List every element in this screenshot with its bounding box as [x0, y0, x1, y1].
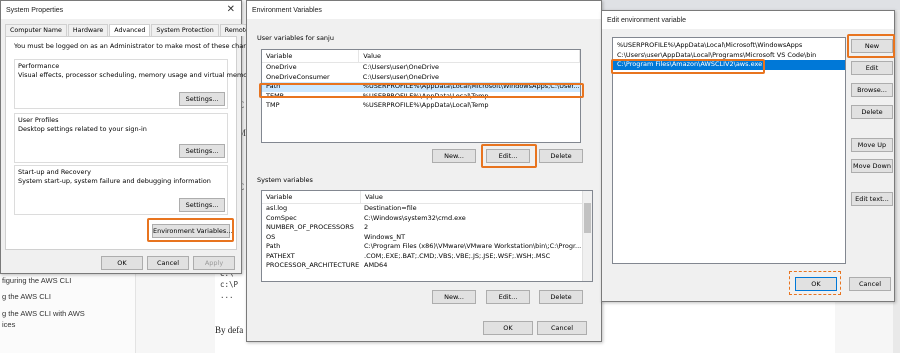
path-entries-list[interactable]: %USERPROFILE%\AppData\Local\Microsoft\Wi… [612, 37, 846, 264]
list-item[interactable]: %USERPROFILE%\AppData\Local\Microsoft\Wi… [613, 41, 845, 51]
system-new-button[interactable]: New... [432, 290, 476, 304]
tab-hardware[interactable]: Hardware [67, 24, 109, 36]
column-header[interactable]: Value [361, 191, 588, 203]
startup-settings-button[interactable]: Settings... [179, 198, 225, 212]
user-delete-button[interactable]: Delete [539, 149, 583, 163]
sidebar-link[interactable]: ices [2, 320, 15, 329]
apply-button[interactable]: Apply [193, 256, 235, 270]
sidebar-link[interactable]: figuring the AWS CLI [2, 276, 71, 285]
ok-button[interactable]: OK [795, 277, 837, 291]
tab-computer-name[interactable]: Computer Name [5, 24, 67, 36]
environment-variables-window: Environment Variables User variables for… [246, 0, 602, 342]
list-item[interactable]: OneDriveConsumer C:\Users\user\OneDrive [262, 73, 580, 83]
list-item[interactable]: asl.log Destination=file [262, 204, 592, 214]
user-profiles-settings-button[interactable]: Settings... [179, 144, 225, 158]
performance-group: Performance Visual effects, processor sc… [14, 59, 254, 109]
list-item[interactable]: OneDrive C:\Users\user\OneDrive [262, 63, 580, 73]
system-delete-button[interactable]: Delete [539, 290, 583, 304]
ok-button[interactable]: OK [483, 321, 533, 335]
edit-button[interactable]: Edit [851, 61, 893, 75]
user-vars-list[interactable]: Variable Value OneDrive C:\Users\user\On… [261, 49, 581, 143]
window-title: Edit environment variable [607, 16, 686, 24]
list-item[interactable]: OS Windows_NT [262, 233, 592, 243]
group-title: User Profiles [18, 116, 59, 124]
list-item[interactable]: Path C:\Program Files (x86)\VMware\VMware… [262, 242, 592, 252]
system-edit-button[interactable]: Edit... [486, 290, 530, 304]
edit-env-var-window: Edit environment variable %USERPROFILE%\… [601, 10, 895, 302]
docs-sidebar: figuring the AWS CLI g the AWS CLI g the… [0, 270, 136, 353]
group-description: Visual effects, processor scheduling, me… [18, 71, 254, 79]
column-header[interactable]: Variable [262, 191, 361, 203]
environment-variables-button[interactable]: Environment Variables... [152, 224, 232, 238]
cancel-button[interactable]: Cancel [537, 321, 587, 335]
list-item-path[interactable]: Path %USERPROFILE%\AppData\Local\Microso… [262, 82, 580, 92]
list-item[interactable]: NUMBER_OF_PROCESSORS 2 [262, 223, 592, 233]
scrollbar-thumb[interactable] [584, 203, 591, 233]
list-item[interactable]: PROCESSOR_ARCHITECTURE AMD64 [262, 261, 592, 271]
list-item[interactable]: TMP %USERPROFILE%\AppData\Local\Temp [262, 101, 580, 111]
user-vars-label: User variables for sanju [257, 34, 334, 42]
new-button[interactable]: New [851, 39, 893, 53]
list-item-selected[interactable]: C:\Program Files\Amazon\AWSCLIV2\aws.exe [613, 60, 845, 70]
system-vars-label: System variables [257, 176, 313, 184]
tab-system-protection[interactable]: System Protection [151, 24, 219, 36]
admin-note: You must be logged on as an Administrato… [14, 42, 261, 50]
startup-recovery-group: Start-up and Recovery System start-up, s… [14, 165, 228, 215]
list-item[interactable]: ComSpec C:\Windows\system32\cmd.exe [262, 214, 592, 224]
list-header: Variable Value [262, 50, 580, 63]
edit-text-button[interactable]: Edit text... [851, 192, 893, 206]
cancel-button[interactable]: Cancel [147, 256, 189, 270]
list-item[interactable]: PATHEXT .COM;.EXE;.BAT;.CMD;.VBS;.VBE;.JS… [262, 252, 592, 262]
system-properties-titlebar[interactable]: System Properties ✕ [1, 1, 241, 19]
list-header: Variable Value [262, 191, 592, 204]
performance-settings-button[interactable]: Settings... [179, 92, 225, 106]
browser-toolbar [600, 0, 900, 10]
body-text: By defa [215, 325, 244, 335]
advanced-tab-panel: You must be logged on as an Administrato… [5, 36, 261, 250]
window-title: Environment Variables [252, 6, 322, 14]
group-description: System start-up, system failure and debu… [18, 177, 211, 185]
group-description: Desktop settings related to your sign-in [18, 125, 147, 133]
user-edit-button[interactable]: Edit... [486, 149, 530, 163]
system-properties-window: System Properties ✕ Computer Name Hardwa… [0, 0, 261, 274]
system-list-scrollbar[interactable] [582, 191, 592, 281]
move-down-button[interactable]: Move Down [851, 159, 893, 173]
move-up-button[interactable]: Move Up [851, 138, 893, 152]
group-title: Start-up and Recovery [18, 168, 91, 176]
sidebar-link[interactable]: g the AWS CLI with AWS [2, 309, 85, 318]
column-header[interactable]: Value [359, 50, 580, 62]
system-vars-list[interactable]: Variable Value asl.log Destination=file C… [261, 190, 593, 282]
list-item[interactable]: TEMP %USERPROFILE%\AppData\Local\Temp [262, 92, 580, 102]
browse-button[interactable]: Browse... [851, 83, 893, 97]
sidebar-link[interactable]: g the AWS CLI [2, 292, 51, 301]
cancel-button[interactable]: Cancel [849, 277, 891, 291]
group-title: Performance [18, 62, 60, 70]
edit-env-titlebar[interactable]: Edit environment variable [602, 11, 894, 29]
env-vars-titlebar[interactable]: Environment Variables [247, 1, 601, 19]
user-new-button[interactable]: New... [432, 149, 476, 163]
column-header[interactable]: Variable [262, 50, 360, 62]
list-item[interactable]: C:\Users\user\AppData\Local\Programs\Mic… [613, 51, 845, 61]
tab-strip: Computer Name Hardware Advanced System P… [5, 24, 255, 37]
delete-button[interactable]: Delete [851, 105, 893, 119]
close-icon[interactable]: ✕ [227, 4, 235, 15]
user-profiles-group: User Profiles Desktop settings related t… [14, 113, 228, 163]
window-title: System Properties [6, 6, 64, 14]
ok-button[interactable]: OK [101, 256, 143, 270]
